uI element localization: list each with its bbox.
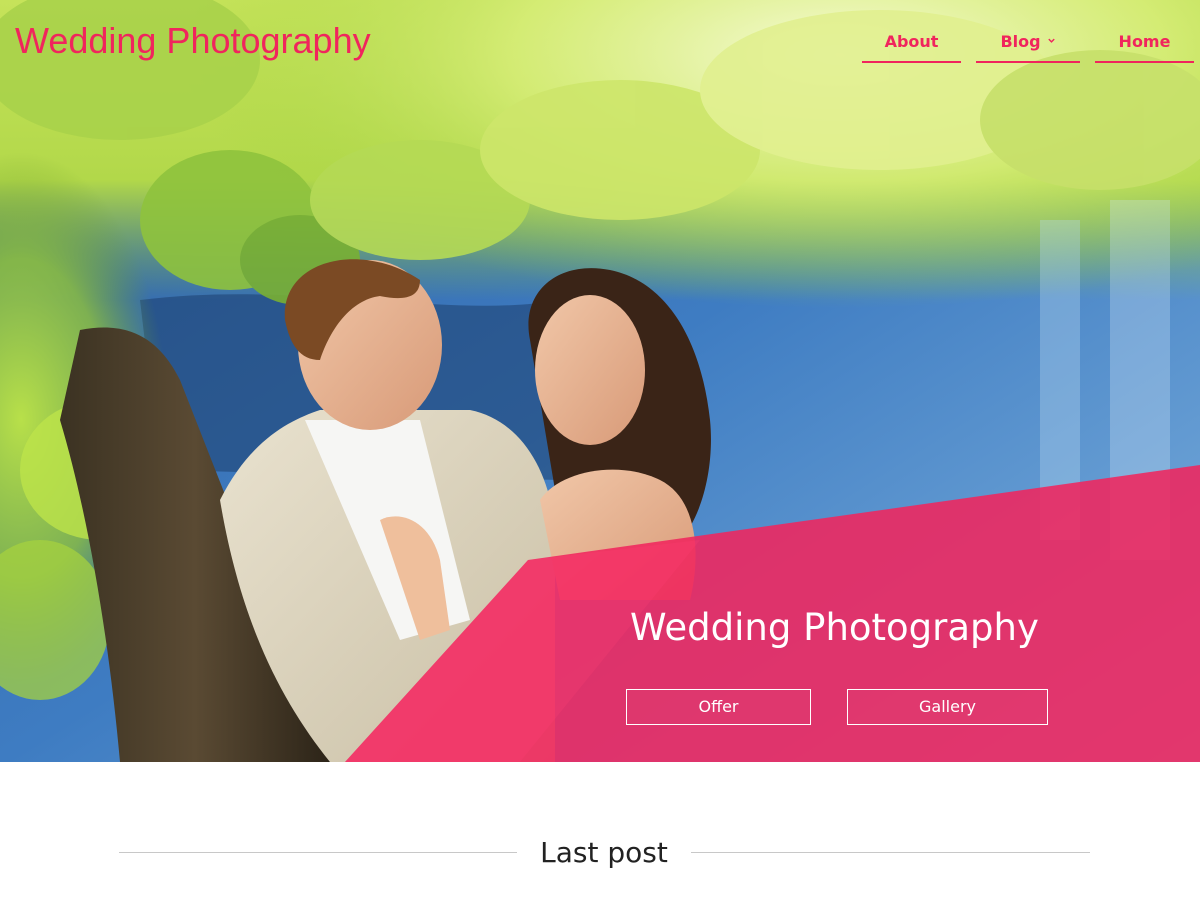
gallery-button[interactable]: Gallery	[847, 689, 1048, 725]
nav-item-about[interactable]: About	[862, 30, 961, 63]
last-post-title: Last post	[540, 836, 668, 869]
divider-right	[691, 852, 1090, 853]
nav-item-blog[interactable]: Blog	[976, 30, 1080, 63]
offer-button[interactable]: Offer	[626, 689, 811, 725]
divider-left	[119, 852, 517, 853]
nav-item-blog-label: Blog	[1000, 32, 1041, 51]
hero-section: Wedding Photography About Blog Home Wedd…	[0, 0, 1200, 762]
nav-item-home[interactable]: Home	[1095, 30, 1194, 63]
page: Wedding Photography About Blog Home Wedd…	[0, 0, 1200, 900]
site-title-link[interactable]: Wedding Photography	[15, 20, 371, 62]
chevron-down-icon	[1047, 38, 1055, 43]
main-nav: About Blog Home	[862, 30, 1194, 64]
hero-heading: Wedding Photography	[630, 606, 1039, 649]
